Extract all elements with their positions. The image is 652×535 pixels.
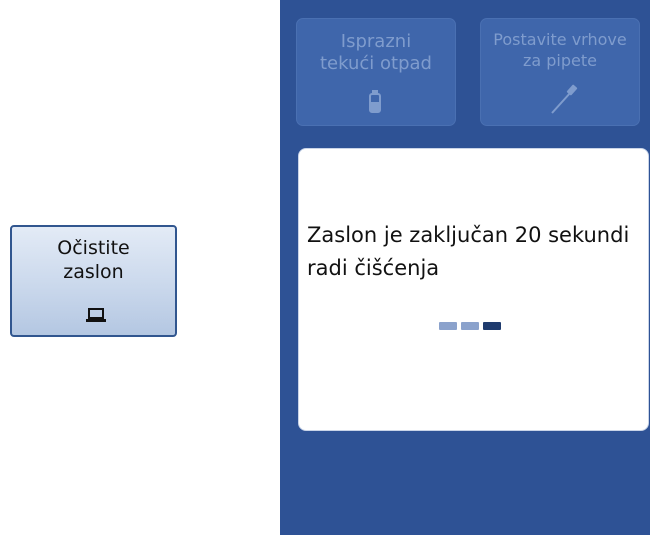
screen-locked-message: Zaslon je zaključan 20 sekundi radi čišć…	[307, 223, 630, 280]
waste-bottle-icon	[369, 90, 381, 113]
progress-dot	[461, 322, 479, 330]
empty-liquid-waste-button[interactable]: Isprazni tekući otpad	[296, 18, 456, 126]
empty-liquid-waste-label: Isprazni tekući otpad	[320, 31, 432, 74]
progress-dot	[483, 322, 501, 330]
clean-screen-button[interactable]: Očistite zaslon	[10, 225, 177, 337]
progress-dot	[439, 322, 457, 330]
pipette-icon	[551, 84, 578, 114]
load-pipette-tips-button[interactable]: Postavite vrhove za pipete	[480, 18, 640, 126]
clean-screen-label: Očistite zaslon	[57, 237, 130, 283]
screen: Očistite zaslon Isprazni tekući otpad Po…	[0, 0, 652, 535]
load-pipette-tips-label: Postavite vrhove za pipete	[493, 30, 627, 70]
laptop-icon	[86, 308, 106, 322]
screen-locked-dialog: Zaslon je zaključan 20 sekundi radi čišć…	[298, 148, 649, 431]
device-panel: Isprazni tekući otpad Postavite vrhove z…	[280, 0, 650, 535]
